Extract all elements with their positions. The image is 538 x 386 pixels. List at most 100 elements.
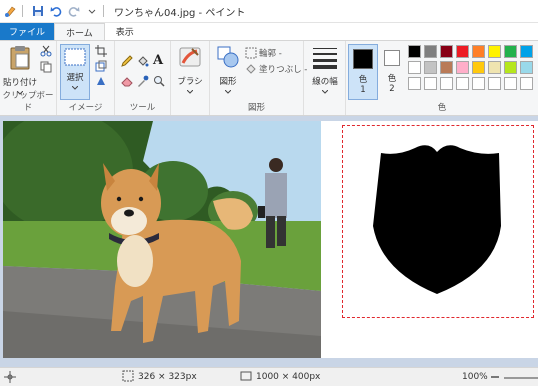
chevron-down-icon <box>321 87 329 97</box>
quick-access-separator <box>22 5 23 17</box>
clipboard-group: 貼り付け クリップボード <box>0 41 57 115</box>
ribbon-tabs: ファイル ホーム 表示 <box>0 23 538 40</box>
tab-home[interactable]: ホーム <box>54 23 105 40</box>
image-size-indicator: 1000 × 400px <box>240 370 320 385</box>
select-button[interactable]: 選択 <box>60 44 90 100</box>
quick-access-separator <box>103 5 104 17</box>
palette-swatch[interactable] <box>440 45 453 58</box>
chevron-down-icon <box>186 87 194 97</box>
tab-view[interactable]: 表示 <box>105 23 145 40</box>
color1-label: 色 <box>358 75 368 85</box>
colors-group: 色 1 色 2 色 <box>345 41 538 115</box>
selection-rectangle[interactable] <box>342 125 534 318</box>
shapes-group: 図形 輪郭 - 塗りつぶし - 図形 <box>209 41 307 115</box>
size-label: 線の幅 <box>312 77 338 87</box>
ribbon: 貼り付け クリップボード 選択 イメージ A ツール ブラシ 図形 輪郭 - 塗… <box>0 40 538 116</box>
shapes-icon <box>216 45 240 72</box>
chevron-down-icon <box>71 83 79 93</box>
zoom-out-icon[interactable] <box>490 372 500 382</box>
selection-size-icon <box>122 370 134 385</box>
outline-icon[interactable] <box>245 47 257 59</box>
photo-canvas[interactable] <box>3 121 321 358</box>
customize-quick-access-icon[interactable] <box>85 4 99 18</box>
palette-swatch[interactable] <box>408 61 421 74</box>
status-bar: 326 × 323px 1000 × 400px 100% <box>0 367 538 386</box>
shapes-label: 図形 <box>219 77 237 87</box>
magnifier-icon[interactable] <box>153 75 165 87</box>
selection-size-indicator: 326 × 323px <box>122 370 197 385</box>
tab-file[interactable]: ファイル <box>0 23 55 40</box>
zoom-level: 100% <box>462 372 488 382</box>
image-group: 選択 イメージ <box>57 41 115 115</box>
copy-icon[interactable] <box>40 61 52 73</box>
palette-swatch[interactable] <box>456 61 469 74</box>
palette-swatch[interactable] <box>504 45 517 58</box>
custom-color-slot[interactable] <box>488 77 501 90</box>
fill-icon[interactable] <box>245 63 257 75</box>
fill-label[interactable]: 塗りつぶし - <box>259 63 307 75</box>
shield-shape <box>373 145 501 294</box>
undo-icon[interactable] <box>49 4 63 18</box>
brushes-label: ブラシ <box>177 77 203 87</box>
crosshair-icon <box>4 371 16 383</box>
resize-icon[interactable] <box>95 60 107 72</box>
palette-swatch[interactable] <box>520 45 533 58</box>
palette-swatch[interactable] <box>424 61 437 74</box>
outline-label[interactable]: 輪郭 - <box>259 47 282 59</box>
size-button[interactable]: 線の幅 <box>308 45 342 97</box>
image-group-label: イメージ <box>68 103 103 113</box>
pencil-icon[interactable] <box>121 55 133 67</box>
custom-color-slot[interactable] <box>504 77 517 90</box>
palette-swatch[interactable] <box>440 61 453 74</box>
palette-swatch[interactable] <box>504 61 517 74</box>
color2-number: 2 <box>389 84 395 94</box>
colors-group-label: 色 <box>437 103 447 113</box>
line-width-icon <box>312 45 338 72</box>
custom-color-slot[interactable] <box>408 77 421 90</box>
cut-icon[interactable] <box>40 45 52 57</box>
tools-group-label: ツール <box>129 103 156 113</box>
shapes-group-label: 図形 <box>247 103 265 113</box>
custom-color-slot[interactable] <box>440 77 453 90</box>
redo-icon[interactable] <box>67 4 81 18</box>
brush-icon <box>178 45 202 72</box>
color2-label: 色 <box>387 74 397 84</box>
palette-swatch[interactable] <box>408 45 421 58</box>
tools-group: A ツール <box>115 41 171 115</box>
custom-color-slot[interactable] <box>472 77 485 90</box>
text-tool-icon[interactable]: A <box>153 53 165 68</box>
custom-color-slot[interactable] <box>456 77 469 90</box>
fill-bucket-icon[interactable] <box>137 55 149 67</box>
image-size-text: 1000 × 400px <box>256 372 321 382</box>
save-icon[interactable] <box>31 4 45 18</box>
palette-swatch[interactable] <box>424 45 437 58</box>
palette-swatch[interactable] <box>488 61 501 74</box>
palette-swatch[interactable] <box>456 45 469 58</box>
select-label: 選択 <box>66 73 84 83</box>
paint-app-icon[interactable] <box>4 4 18 18</box>
color-picker-icon[interactable] <box>137 75 149 87</box>
palette-swatch[interactable] <box>472 61 485 74</box>
color1-number: 1 <box>360 85 366 95</box>
dog-photo <box>3 121 321 358</box>
color1-button[interactable]: 色 1 <box>348 44 378 100</box>
palette-swatch[interactable] <box>520 61 533 74</box>
brushes-button[interactable]: ブラシ <box>174 45 206 97</box>
palette-swatch[interactable] <box>488 45 501 58</box>
crop-icon[interactable] <box>95 45 107 57</box>
palette-swatch[interactable] <box>472 45 485 58</box>
zoom-slider[interactable] <box>504 377 538 379</box>
rotate-icon[interactable] <box>95 75 107 87</box>
custom-color-slot[interactable] <box>424 77 437 90</box>
workspace <box>0 116 538 367</box>
custom-color-slot[interactable] <box>520 77 533 90</box>
shapes-button[interactable]: 図形 <box>213 45 243 97</box>
window-title: ワンちゃん04.jpg - ペイント <box>114 7 246 19</box>
paste-label: 貼り付け <box>3 78 38 88</box>
chevron-down-icon <box>224 87 232 97</box>
image-size-icon <box>240 370 252 385</box>
selection-size-text: 326 × 323px <box>138 372 197 382</box>
eraser-icon[interactable] <box>121 75 133 87</box>
color2-button[interactable]: 色 2 <box>380 44 404 100</box>
clipboard-icon <box>8 45 32 74</box>
